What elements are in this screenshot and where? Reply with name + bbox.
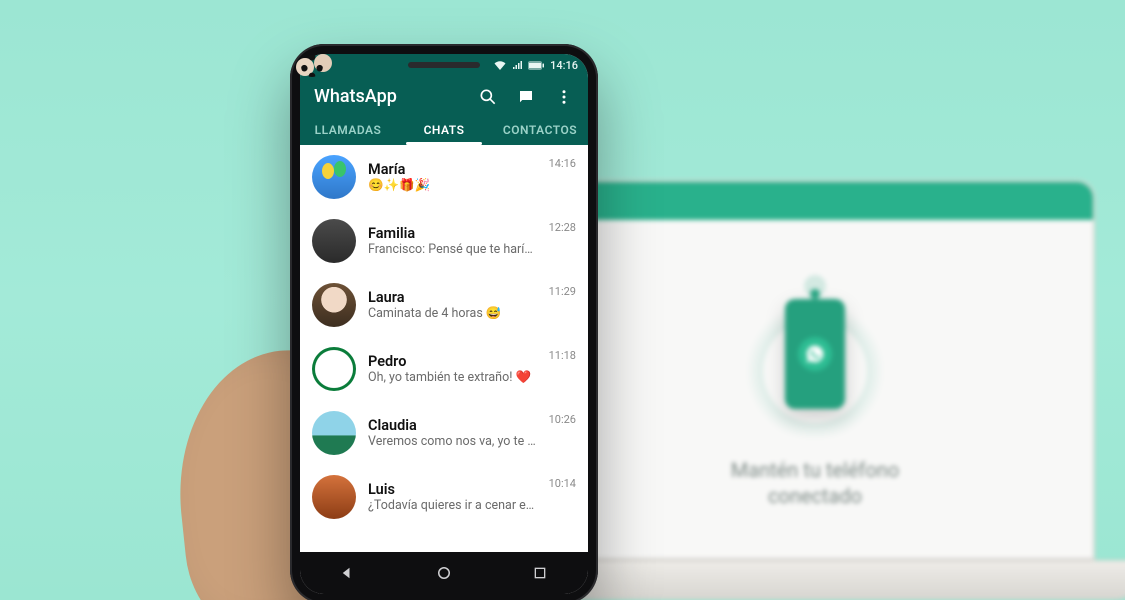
tab-llamadas[interactable]: LLAMADAS	[300, 113, 396, 145]
phone-screen: 14:16 WhatsApp LLAMADAS	[300, 54, 588, 594]
laptop-caption: Mantén tu teléfono conectado	[731, 457, 900, 509]
back-icon[interactable]	[337, 562, 359, 584]
whatsapp-web-landing: Mantén tu teléfono conectado	[537, 220, 1093, 558]
chat-name: Claudia	[368, 417, 537, 434]
app-title: WhatsApp	[314, 86, 397, 107]
chat-row[interactable]: Claudia Veremos como nos va, yo te dejo …	[300, 401, 588, 465]
chat-snippet: Francisco: Pensé que te haría feliz s…	[368, 242, 537, 257]
chat-row[interactable]: Pedro Oh, yo también te extraño! ❤️ 11:1…	[300, 337, 588, 401]
chat-snippet: 😊✨🎁🎉	[368, 178, 537, 193]
home-icon[interactable]	[433, 562, 455, 584]
chat-name: Luis	[368, 481, 537, 498]
tab-label: CONTACTOS	[503, 123, 577, 137]
search-icon[interactable]	[478, 87, 498, 107]
chat-snippet: Oh, yo también te extraño! ❤️	[368, 370, 537, 385]
chat-name: Pedro	[368, 353, 537, 370]
new-chat-icon[interactable]	[516, 87, 536, 107]
chat-time: 10:14	[549, 477, 576, 490]
whatsapp-logo-icon	[798, 337, 832, 371]
chat-snippet: Caminata de 4 horas 😅	[368, 306, 537, 321]
chat-name: Familia	[368, 225, 537, 242]
avatar	[312, 219, 356, 263]
chat-time: 10:26	[549, 413, 576, 426]
chat-row[interactable]: María 😊✨🎁🎉 14:16	[300, 145, 588, 209]
tab-contactos[interactable]: CONTACTOS	[492, 113, 588, 145]
tab-label: CHATS	[424, 123, 465, 137]
avatar	[312, 475, 356, 519]
more-icon[interactable]	[554, 87, 574, 107]
signal-icon	[512, 60, 522, 70]
browser-top-bar	[537, 182, 1093, 220]
battery-icon	[528, 61, 544, 70]
phone-illustration	[785, 299, 845, 409]
laptop-caption-line2: conectado	[731, 483, 900, 509]
chat-row[interactable]: Laura Caminata de 4 horas 😅 11:29	[300, 273, 588, 337]
chat-snippet: Veremos como nos va, yo te dejo s…	[368, 434, 537, 449]
laptop-caption-line1: Mantén tu teléfono	[731, 457, 900, 483]
wifi-illustration	[730, 269, 900, 439]
chat-snippet: ¿Todavía quieres ir a cenar esta noch…	[368, 498, 537, 513]
chat-time: 11:18	[549, 349, 576, 362]
tab-label: LLAMADAS	[315, 123, 382, 137]
stage: Mantén tu teléfono conectado	[0, 0, 1125, 600]
chat-time: 14:16	[549, 157, 576, 170]
avatar	[312, 155, 356, 199]
avatar	[312, 283, 356, 327]
recents-icon[interactable]	[529, 562, 551, 584]
avatar	[312, 411, 356, 455]
laptop-screen: Mantén tu teléfono conectado	[535, 180, 1095, 560]
chat-list[interactable]: María 😊✨🎁🎉 14:16 Familia Francisco: Pens…	[300, 145, 588, 552]
android-nav-bar	[300, 552, 588, 594]
tab-bar: LLAMADAS CHATS CONTACTOS	[300, 113, 588, 145]
status-bar: 14:16	[300, 54, 588, 76]
chat-time: 11:29	[549, 285, 576, 298]
app-bar: WhatsApp	[300, 76, 588, 113]
chat-name: Laura	[368, 289, 537, 306]
status-time: 14:16	[550, 59, 578, 72]
tab-chats[interactable]: CHATS	[396, 113, 492, 145]
app-bar-actions	[478, 87, 574, 107]
phone-device: 14:16 WhatsApp LLAMADAS	[290, 44, 598, 600]
avatar	[312, 347, 356, 391]
chat-name: María	[368, 161, 537, 178]
chat-time: 12:28	[549, 221, 576, 234]
wifi-icon	[494, 60, 506, 70]
laptop: Mantén tu teléfono conectado	[535, 180, 1095, 600]
chat-row[interactable]: Familia Francisco: Pensé que te haría fe…	[300, 209, 588, 273]
chat-row[interactable]: Luis ¿Todavía quieres ir a cenar esta no…	[300, 465, 588, 529]
